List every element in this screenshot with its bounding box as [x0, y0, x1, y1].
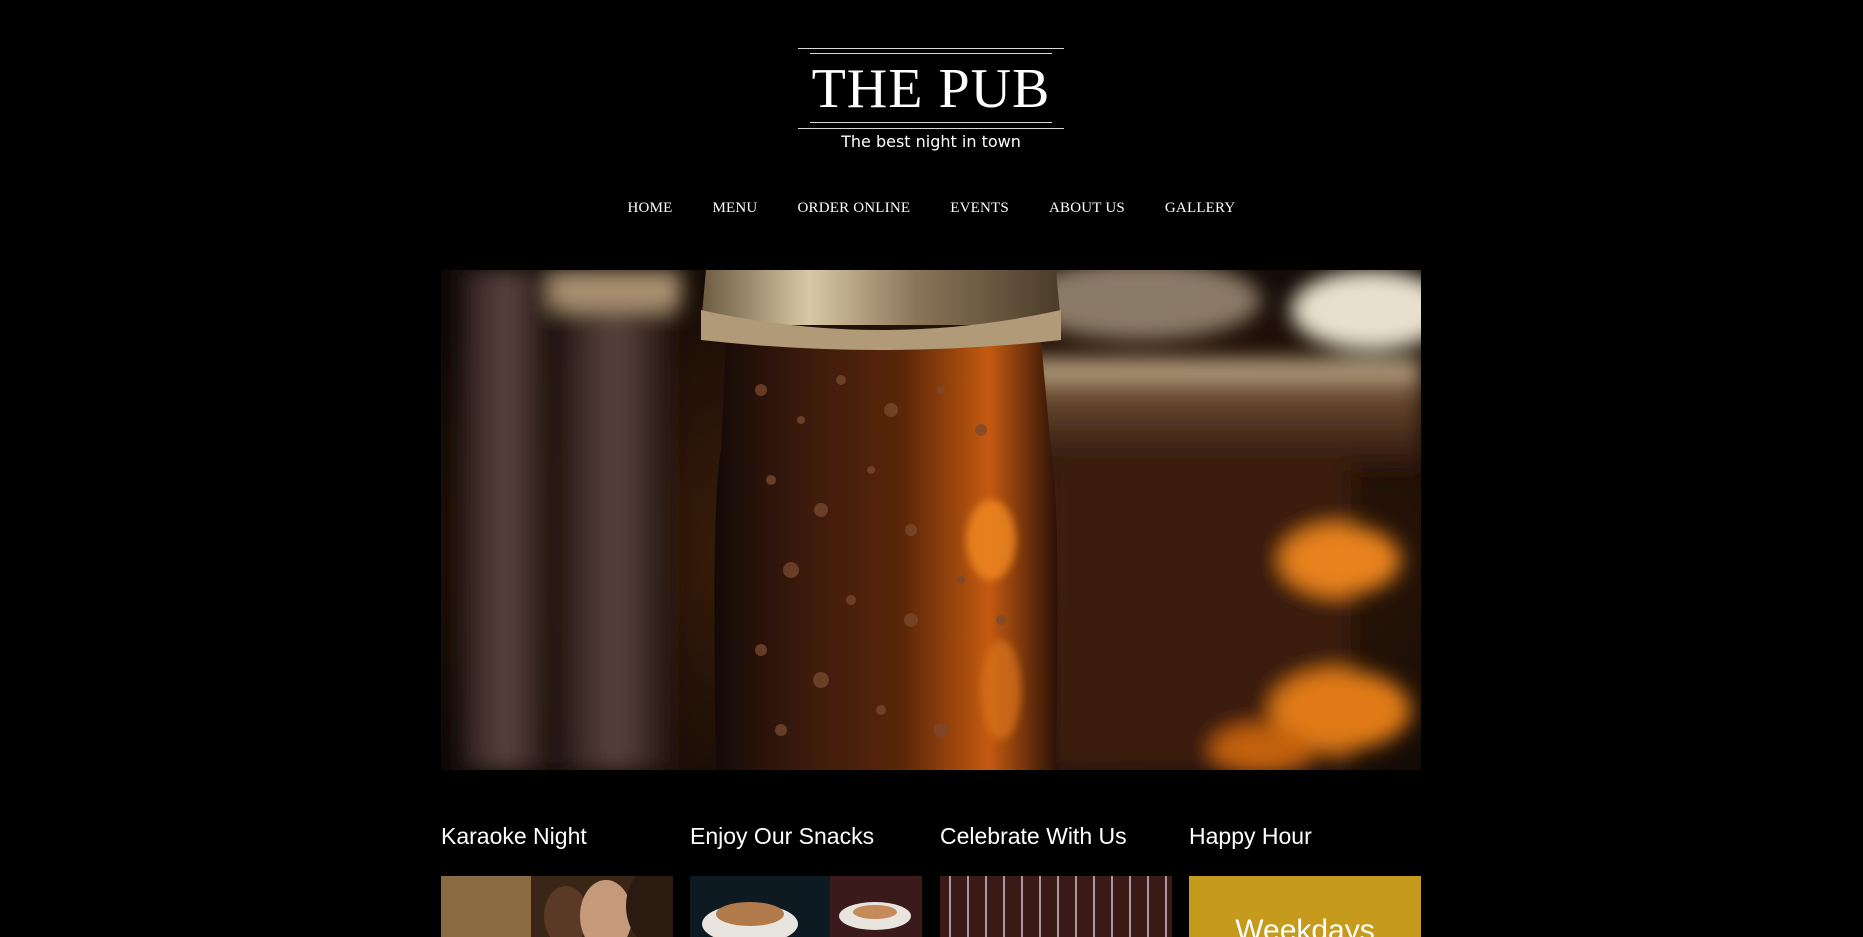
section-title: Celebrate With Us: [940, 823, 1127, 849]
site-tagline: The best night in town: [841, 132, 1021, 151]
logo-rule: [798, 48, 1064, 49]
logo-rule: [798, 128, 1064, 129]
section-karaoke-night: Karaoke Night: [441, 818, 673, 937]
logo-rule: [810, 53, 1052, 54]
glasses-photo[interactable]: [940, 876, 1172, 937]
nav-item-home[interactable]: HOME: [608, 196, 693, 221]
section-title: Karaoke Night: [441, 823, 587, 849]
section-title: Happy Hour: [1189, 823, 1312, 849]
snack-plates-photo[interactable]: [690, 876, 922, 937]
logo-rule: [810, 122, 1052, 123]
nav-item-menu[interactable]: MENU: [692, 196, 777, 221]
site-title: THE PUB: [811, 58, 1051, 120]
happy-hour-box[interactable]: Weekdays: [1189, 876, 1421, 937]
nav-item-gallery[interactable]: GALLERY: [1145, 196, 1256, 221]
nav-item-events[interactable]: EVENTS: [930, 196, 1029, 221]
section-title: Enjoy Our Snacks: [690, 823, 875, 849]
karaoke-crowd-photo[interactable]: [441, 876, 673, 937]
section-celebrate-with-us: Celebrate With Us: [940, 818, 1172, 937]
page: THE PUB The best night in town HOME MENU…: [0, 0, 1863, 937]
site-logo[interactable]: THE PUB The best night in town: [798, 48, 1064, 158]
section-happy-hour: Happy Hour Weekdays: [1189, 818, 1421, 937]
section-enjoy-our-snacks: Enjoy Our Snacks: [690, 818, 922, 937]
nav-item-about-us[interactable]: ABOUT US: [1029, 196, 1145, 221]
happy-hour-box-text: Weekdays: [1235, 914, 1375, 937]
hero-image: [441, 270, 1421, 770]
main-nav: HOME MENU ORDER ONLINE EVENTS ABOUT US G…: [0, 196, 1863, 221]
nav-item-order-online[interactable]: ORDER ONLINE: [777, 196, 930, 221]
beer-bottles-photo: [441, 270, 1421, 770]
